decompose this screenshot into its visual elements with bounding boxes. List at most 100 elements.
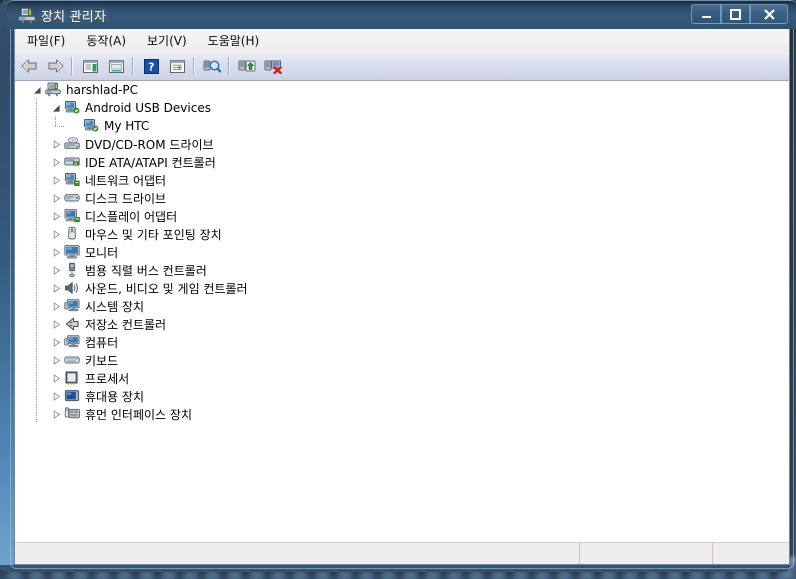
menu-view[interactable]: 보기(V) [138, 29, 196, 53]
status-bar [15, 542, 789, 564]
tree-item[interactable]: 디스플레이 어댑터 [15, 207, 789, 225]
close-icon [763, 8, 775, 20]
tree-item[interactable]: 네트워크 어댑터 [15, 171, 789, 189]
tree-item-label: 마우스 및 기타 포인팅 장치 [85, 227, 222, 242]
tree-expander-collapsed-icon[interactable] [48, 225, 64, 243]
tree-item[interactable]: DVD/CD-ROM 드라이브 [15, 135, 789, 153]
tree-item[interactable]: 키보드 [15, 351, 789, 369]
tree-expander-collapsed-icon[interactable] [48, 387, 64, 405]
status-text-main [15, 543, 579, 551]
tree-item[interactable]: 휴대용 장치 [15, 387, 789, 405]
tree-expander-collapsed-icon[interactable] [48, 171, 64, 189]
tree-guide-line [36, 99, 37, 117]
tree-item-label: 사운드, 비디오 및 게임 컨트롤러 [85, 281, 248, 296]
maximize-button[interactable] [721, 4, 750, 24]
tree-guide-line [36, 261, 37, 279]
tree-item[interactable]: 휴먼 인터페이스 장치 [15, 405, 789, 423]
tree-expander-expanded-icon[interactable] [29, 81, 45, 99]
tree-expander-collapsed-icon[interactable] [48, 189, 64, 207]
forward-button[interactable] [43, 54, 67, 78]
tree-item-label: Android USB Devices [85, 101, 211, 115]
tree-item-label: 키보드 [85, 353, 119, 368]
toolbar-separator-1 [71, 57, 72, 75]
device-manager-icon [18, 7, 36, 24]
tree-expander-collapsed-icon[interactable] [48, 243, 64, 261]
menu-help[interactable]: 도움말(H) [199, 29, 269, 53]
menu-file[interactable]: 파일(F) [18, 29, 74, 53]
tree-item-label: 저장소 컨트롤러 [85, 317, 167, 332]
tree-item[interactable]: 저장소 컨트롤러 [15, 315, 789, 333]
tree-guide-line [36, 171, 37, 189]
tree-expander-collapsed-icon[interactable] [48, 333, 64, 351]
tree-expander-collapsed-icon[interactable] [48, 279, 64, 297]
display-adapter-icon [64, 208, 80, 224]
help-button[interactable]: ? [139, 54, 163, 78]
tree-item[interactable]: Android USB Devices [15, 99, 789, 117]
tree-item[interactable]: 시스템 장치 [15, 297, 789, 315]
minimize-button[interactable] [691, 4, 721, 24]
mouse-icon [64, 226, 80, 242]
network-device-icon [64, 100, 80, 116]
tree-item[interactable]: 범용 직렬 버스 컨트롤러 [15, 261, 789, 279]
update-driver-button[interactable] [235, 54, 259, 78]
tree-expander-collapsed-icon[interactable] [48, 351, 64, 369]
tree-item[interactable]: IDE ATA/ATAPI 컨트롤러 [15, 153, 789, 171]
toolbar-separator-3 [193, 57, 194, 75]
tree-item-label: harshlad-PC [66, 83, 138, 97]
tree-item-label: IDE ATA/ATAPI 컨트롤러 [85, 155, 216, 170]
menu-bar: 파일(F) 동작(A) 보기(V) 도움말(H) [15, 29, 789, 53]
tree-item-label: 휴대용 장치 [85, 389, 145, 404]
scan-hardware-icon [203, 60, 221, 73]
status-pane-tertiary [712, 543, 789, 564]
tree-expander-collapsed-icon[interactable] [48, 405, 64, 423]
tree-expander-collapsed-icon[interactable] [48, 207, 64, 225]
back-button[interactable] [17, 54, 41, 78]
show-hide-console-tree-button[interactable] [78, 54, 102, 78]
tree-expander-collapsed-icon[interactable] [48, 261, 64, 279]
scan-for-hardware-changes-button[interactable] [200, 54, 224, 78]
device-manager-window: 장치 관리자 파일(F) 동작(A) 보기(V) 도움말(H) ? harshl… [0, 0, 796, 572]
tree-expander-collapsed-icon[interactable] [48, 153, 64, 171]
tree-guide-line [36, 351, 37, 369]
tree-expander-collapsed-icon[interactable] [48, 369, 64, 387]
tree-item[interactable]: My HTC [15, 117, 789, 135]
tree-item-label: 시스템 장치 [85, 299, 145, 314]
disk-drive-icon [64, 190, 80, 206]
tree-expander-collapsed-icon[interactable] [48, 135, 64, 153]
processor-icon [64, 370, 80, 386]
tree-guide-line [36, 117, 37, 135]
update-driver-icon [238, 60, 256, 72]
tree-item-label: 네트워크 어댑터 [85, 173, 167, 188]
tree-guide-line [36, 189, 37, 207]
tree-item[interactable]: 사운드, 비디오 및 게임 컨트롤러 [15, 279, 789, 297]
system-device-icon [64, 298, 80, 314]
tree-item[interactable]: 디스크 드라이브 [15, 189, 789, 207]
tree-item[interactable]: 마우스 및 기타 포인팅 장치 [15, 225, 789, 243]
tree-guide-line [36, 405, 37, 423]
device-tree[interactable]: harshlad-PC Android USB Devices My HTC DVD/… [15, 81, 789, 544]
tree-item[interactable]: 컴퓨터 [15, 333, 789, 351]
tree-item-label: My HTC [104, 119, 150, 133]
monitor-icon [64, 244, 80, 260]
tree-guide-line [36, 279, 37, 297]
uninstall-device-button[interactable] [261, 54, 285, 78]
properties-button[interactable] [104, 54, 128, 78]
tree-expander-collapsed-icon[interactable] [48, 315, 64, 333]
tree-item[interactable]: 프로세서 [15, 369, 789, 387]
properties-icon [108, 59, 124, 73]
tree-expander-expanded-icon[interactable] [48, 99, 64, 117]
tree-guide-elbow [55, 126, 64, 127]
show-list-button[interactable] [165, 54, 189, 78]
tree-expander-collapsed-icon[interactable] [48, 297, 64, 315]
tree-item-label: 프로세서 [85, 371, 130, 386]
close-button[interactable] [750, 4, 788, 24]
tree-item-label: DVD/CD-ROM 드라이브 [85, 137, 214, 152]
usb-controller-icon [64, 262, 80, 278]
tree-item[interactable]: 모니터 [15, 243, 789, 261]
tree-item[interactable]: harshlad-PC [15, 81, 789, 99]
tree-item-label: 디스크 드라이브 [85, 191, 167, 206]
title-bar[interactable]: 장치 관리자 [7, 0, 796, 29]
minimize-icon [701, 15, 711, 18]
maximize-icon [730, 8, 741, 20]
menu-action[interactable]: 동작(A) [77, 29, 135, 53]
